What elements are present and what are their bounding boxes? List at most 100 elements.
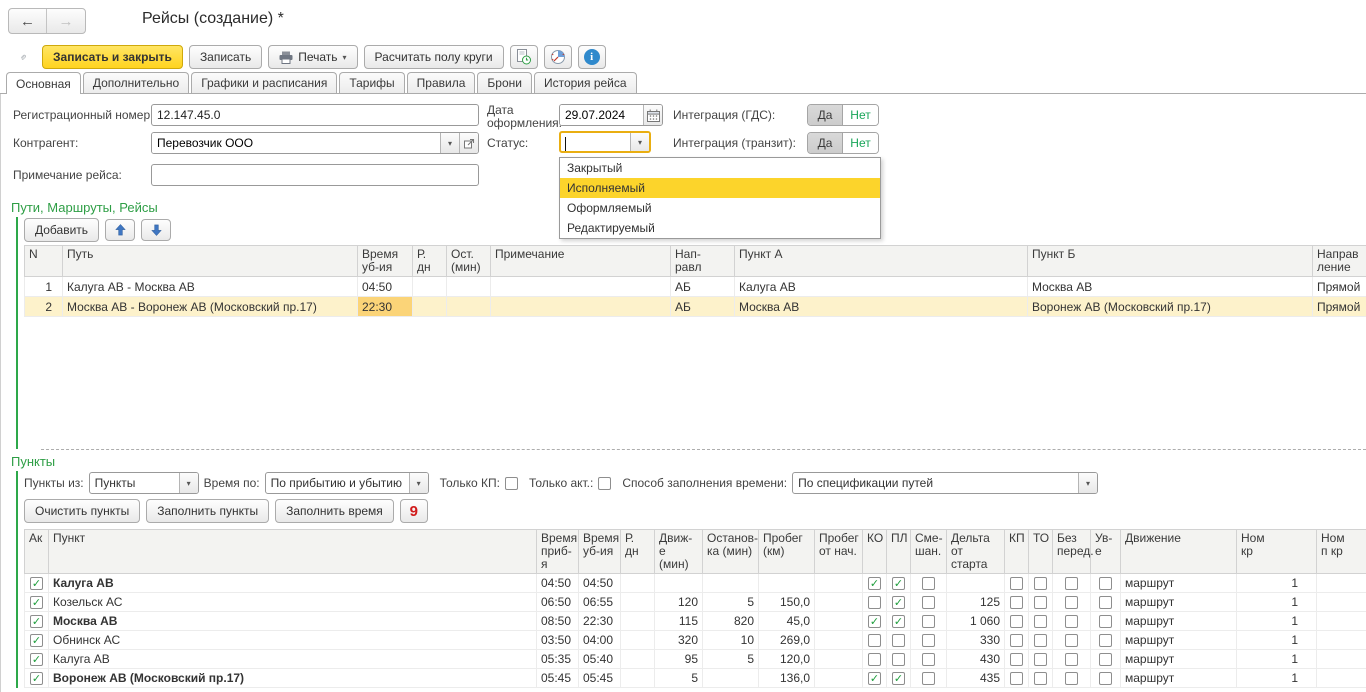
map-pin-button[interactable]: 9: [400, 499, 428, 523]
point-run-km-cell[interactable]: [759, 574, 815, 593]
point-arr-time-cell[interactable]: 05:45: [537, 669, 579, 688]
to-checkbox[interactable]: [1034, 615, 1047, 628]
point-stop-min-cell[interactable]: 10: [703, 631, 759, 650]
report-button[interactable]: [510, 45, 538, 69]
point-stop-min-cell[interactable]: [703, 669, 759, 688]
to-checkbox[interactable]: [1034, 596, 1047, 609]
status-option[interactable]: Закрытый: [560, 158, 880, 178]
route-dir-short-cell[interactable]: АБ: [671, 277, 735, 297]
route-rdn-cell[interactable]: [413, 297, 447, 317]
route-point-a-cell[interactable]: Москва АВ: [735, 297, 1028, 317]
point-name-cell[interactable]: Калуга АВ: [49, 574, 537, 593]
mixed-checkbox[interactable]: [922, 577, 935, 590]
integration-transit-no-button[interactable]: Нет: [843, 133, 878, 153]
tab[interactable]: Графики и расписания: [191, 72, 337, 93]
points-source-dropdown-button[interactable]: ▾: [179, 473, 198, 493]
route-dep-time-cell[interactable]: 04:50: [358, 277, 413, 297]
point-dep-time-cell[interactable]: 06:55: [579, 593, 621, 612]
point-run-from-start-cell[interactable]: [815, 669, 863, 688]
to-checkbox[interactable]: [1034, 577, 1047, 590]
point-row[interactable]: Калуга АВ 05:35 05:40 95 5 120,0 430: [25, 650, 1366, 669]
mixed-checkbox[interactable]: [922, 672, 935, 685]
only-act-checkbox[interactable]: [598, 477, 611, 490]
time-by-dropdown-button[interactable]: ▾: [409, 473, 428, 493]
status-input[interactable]: [566, 133, 630, 151]
point-rdn-cell[interactable]: [621, 669, 655, 688]
mixed-checkbox[interactable]: [922, 634, 935, 647]
contractor-open-button[interactable]: [459, 133, 478, 153]
route-row[interactable]: 2 Москва АВ - Воронеж АВ (Московский пр.…: [25, 297, 1366, 317]
point-arr-time-cell[interactable]: 03:50: [537, 631, 579, 650]
time-by-combo[interactable]: По прибытию и убытию ▾: [265, 472, 429, 494]
point-move-min-cell[interactable]: 95: [655, 650, 703, 669]
route-stop-min-cell[interactable]: [447, 277, 491, 297]
no-handover-checkbox[interactable]: [1065, 634, 1078, 647]
point-name-cell[interactable]: Козельск АС: [49, 593, 537, 612]
point-delta-cell[interactable]: 330: [947, 631, 1005, 650]
move-up-button[interactable]: [105, 219, 135, 241]
date-calendar-button[interactable]: [643, 105, 662, 125]
status-option[interactable]: Редактируемый: [560, 218, 880, 238]
section-splitter[interactable]: [41, 449, 1366, 450]
point-run-km-cell[interactable]: 136,0: [759, 669, 815, 688]
point-rdn-cell[interactable]: [621, 574, 655, 593]
point-move-min-cell[interactable]: 115: [655, 612, 703, 631]
status-dropdown-button[interactable]: ▾: [630, 133, 649, 151]
point-nom-kr-cell[interactable]: 1: [1237, 650, 1317, 669]
point-active-checkbox[interactable]: [30, 634, 43, 647]
route-path-cell[interactable]: Калуга АВ - Москва АВ: [63, 277, 358, 297]
kp-checkbox[interactable]: [1010, 634, 1023, 647]
route-row[interactable]: 1 Калуга АВ - Москва АВ 04:50 АБ Калуга …: [25, 277, 1366, 297]
uve-checkbox[interactable]: [1099, 653, 1112, 666]
kp-checkbox[interactable]: [1010, 615, 1023, 628]
date-input[interactable]: [560, 105, 643, 125]
point-stop-min-cell[interactable]: 5: [703, 650, 759, 669]
point-arr-time-cell[interactable]: 06:50: [537, 593, 579, 612]
route-point-b-cell[interactable]: Москва АВ: [1028, 277, 1313, 297]
move-down-button[interactable]: [141, 219, 171, 241]
point-arr-time-cell[interactable]: 05:35: [537, 650, 579, 669]
route-point-b-cell[interactable]: Воронеж АВ (Московский пр.17): [1028, 297, 1313, 317]
point-dep-time-cell[interactable]: 05:40: [579, 650, 621, 669]
point-movement-cell[interactable]: маршрут: [1121, 631, 1237, 650]
point-nom-kr-cell[interactable]: 1: [1237, 669, 1317, 688]
point-dep-time-cell[interactable]: 04:00: [579, 631, 621, 650]
route-dir-short-cell[interactable]: АБ: [671, 297, 735, 317]
point-nom-pkr-cell[interactable]: [1317, 593, 1366, 612]
contractor-input[interactable]: [152, 133, 440, 153]
point-run-from-start-cell[interactable]: [815, 593, 863, 612]
point-movement-cell[interactable]: маршрут: [1121, 669, 1237, 688]
no-handover-checkbox[interactable]: [1065, 577, 1078, 590]
point-name-cell[interactable]: Калуга АВ: [49, 650, 537, 669]
point-nom-pkr-cell[interactable]: [1317, 574, 1366, 593]
point-row[interactable]: Воронеж АВ (Московский пр.17) 05:45 05:4…: [25, 669, 1366, 688]
route-direction-cell[interactable]: Прямой: [1313, 277, 1366, 297]
point-movement-cell[interactable]: маршрут: [1121, 593, 1237, 612]
uve-checkbox[interactable]: [1099, 634, 1112, 647]
point-move-min-cell[interactable]: [655, 574, 703, 593]
route-rdn-cell[interactable]: [413, 277, 447, 297]
status-option[interactable]: Оформляемый: [560, 198, 880, 218]
mixed-checkbox[interactable]: [922, 596, 935, 609]
point-delta-cell[interactable]: 435: [947, 669, 1005, 688]
route-point-a-cell[interactable]: Калуга АВ: [735, 277, 1028, 297]
uve-checkbox[interactable]: [1099, 596, 1112, 609]
point-run-from-start-cell[interactable]: [815, 574, 863, 593]
point-row[interactable]: Калуга АВ 04:50 04:50: [25, 574, 1366, 593]
point-nom-pkr-cell[interactable]: [1317, 669, 1366, 688]
point-run-from-start-cell[interactable]: [815, 631, 863, 650]
route-dep-time-cell[interactable]: 22:30: [358, 297, 413, 317]
tab[interactable]: История рейса: [534, 72, 637, 93]
point-delta-cell[interactable]: 125: [947, 593, 1005, 612]
point-row[interactable]: Москва АВ 08:50 22:30 115 820 45,0 1 060: [25, 612, 1366, 631]
point-dep-time-cell[interactable]: 04:50: [579, 574, 621, 593]
point-run-km-cell[interactable]: 120,0: [759, 650, 815, 669]
point-movement-cell[interactable]: маршрут: [1121, 650, 1237, 669]
back-button[interactable]: ←: [9, 9, 47, 33]
kp-checkbox[interactable]: [1010, 672, 1023, 685]
mixed-checkbox[interactable]: [922, 615, 935, 628]
info-button[interactable]: i: [578, 45, 606, 69]
kp-checkbox[interactable]: [1010, 653, 1023, 666]
point-row[interactable]: Обнинск АС 03:50 04:00 320 10 269,0 330: [25, 631, 1366, 650]
pl-checkbox[interactable]: [892, 615, 905, 628]
